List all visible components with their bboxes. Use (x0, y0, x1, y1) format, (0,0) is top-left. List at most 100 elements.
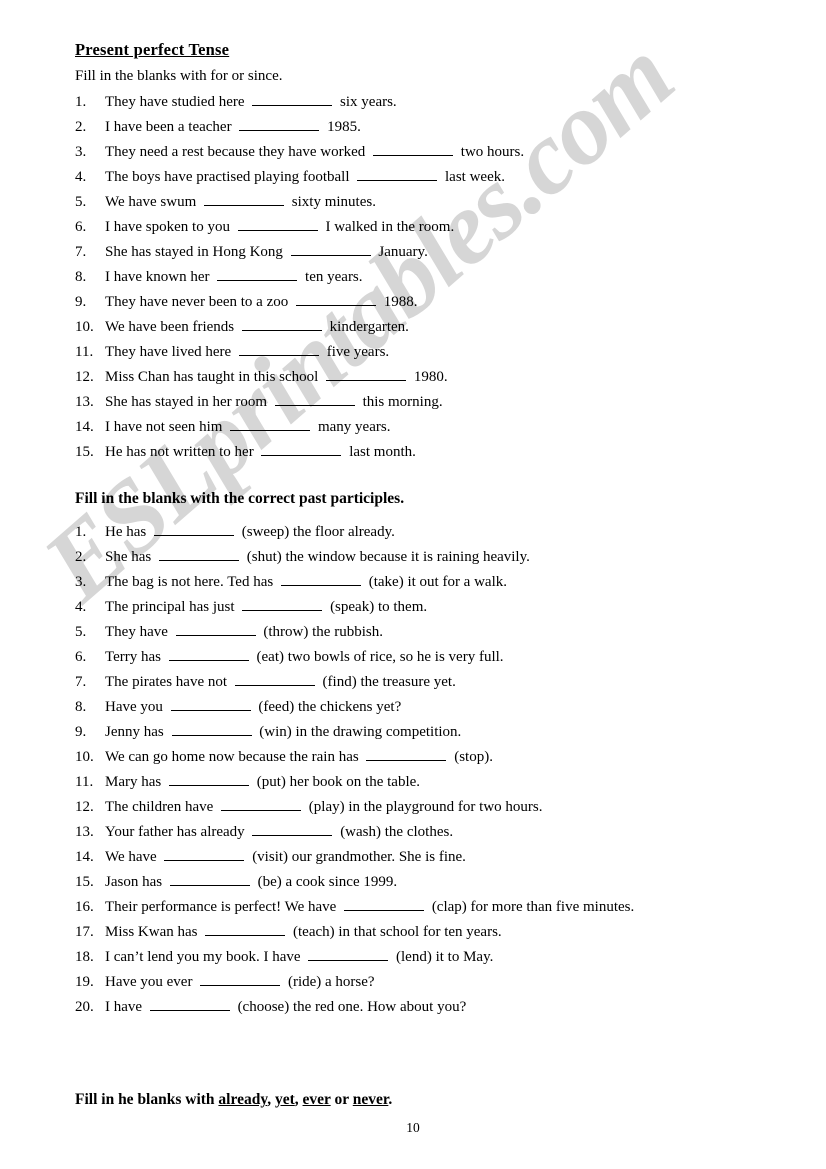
item-number: 7. (75, 244, 87, 260)
answer-blank[interactable] (170, 698, 251, 711)
section1-item-list: 1. They have studied here six years. 2. I h… (75, 90, 524, 465)
item-number: 9. (75, 294, 87, 310)
item-number: 8. (75, 269, 87, 285)
item-text-before-blank: Mary has (105, 774, 165, 790)
list-item: 4. The principal has just (speak) to them… (75, 595, 634, 620)
answer-blank[interactable] (169, 873, 250, 886)
answer-blank[interactable] (169, 773, 249, 786)
list-item: 12. The children have (play) in the playg… (75, 795, 634, 820)
answer-blank[interactable] (241, 318, 322, 331)
item-text-after-blank: (take) it out for a walk. (364, 574, 507, 590)
item-text-before-blank: I have known her (105, 269, 214, 285)
answer-blank[interactable] (290, 243, 371, 256)
answer-blank[interactable] (230, 418, 311, 431)
answer-blank[interactable] (308, 948, 389, 961)
list-item: 4. The boys have practised playing footba… (75, 165, 524, 190)
item-text-before-blank: They have studied here (105, 94, 249, 110)
answer-blank[interactable] (252, 823, 333, 836)
item-number: 13. (75, 394, 94, 410)
answer-blank[interactable] (252, 93, 333, 106)
answer-blank[interactable] (296, 293, 376, 306)
item-number: 11. (75, 774, 94, 790)
section3-heading-suffix: . (388, 1091, 393, 1108)
list-item: 1. They have studied here six years. (75, 90, 524, 115)
item-text-before-blank: Jenny has (105, 724, 168, 740)
item-text-before-blank: They have never been to a zoo (105, 294, 292, 310)
answer-blank[interactable] (168, 648, 249, 661)
list-item: 10. We can go home now because the rain h… (75, 745, 634, 770)
answer-blank[interactable] (326, 368, 407, 381)
list-item: 5. They have (throw) the rubbish. (75, 620, 634, 645)
answer-blank[interactable] (261, 443, 342, 456)
page-title: Present perfect Tense (75, 40, 230, 59)
list-item: 12. Miss Chan has taught in this school 1… (75, 365, 524, 390)
list-item: 20. I have (choose) the red one. How abou… (75, 995, 634, 1020)
item-number: 15. (75, 444, 94, 460)
item-text-after-blank: (throw) the rubbish. (259, 624, 383, 640)
item-text-after-blank: (find) the treasure yet. (318, 674, 456, 690)
list-item: 2. She has (shut) the window because it i… (75, 545, 634, 570)
item-text-after-blank: (clap) for more than five minutes. (428, 899, 635, 915)
item-number: 8. (75, 699, 87, 715)
item-text-after-blank: 1980. (410, 369, 448, 385)
item-text-after-blank: (visit) our grandmother. She is fine. (248, 849, 466, 865)
item-text-after-blank: I walked in the room. (321, 219, 455, 235)
answer-blank[interactable] (175, 623, 256, 636)
list-item: 19. Have you ever (ride) a horse? (75, 970, 634, 995)
answer-blank[interactable] (242, 598, 323, 611)
item-text-before-blank: Miss Chan has taught in this school (105, 369, 323, 385)
answer-blank[interactable] (154, 523, 234, 536)
item-text-before-blank: The pirates have not (105, 674, 231, 690)
section3-sep-3: or (330, 1091, 353, 1108)
item-number: 3. (75, 144, 87, 160)
item-text-after-blank: (teach) in that school for ten years. (289, 924, 502, 940)
section1-instruction: Fill in the blanks with for or since. (75, 68, 283, 84)
item-text-before-blank: Their performance is perfect! We have (105, 899, 341, 915)
answer-blank[interactable] (200, 973, 281, 986)
item-text-after-blank: (wash) the clothes. (336, 824, 454, 840)
answer-blank[interactable] (171, 723, 252, 736)
answer-blank[interactable] (234, 673, 315, 686)
answer-blank[interactable] (344, 898, 425, 911)
item-number: 11. (75, 344, 94, 360)
item-text-before-blank: I have been a teacher (105, 119, 236, 135)
document-content: Present perfect Tense Fill in the blanks… (0, 0, 826, 1169)
item-number: 12. (75, 369, 94, 385)
answer-blank[interactable] (239, 118, 320, 131)
answer-blank[interactable] (237, 218, 318, 231)
section3-sep-1: , (267, 1091, 275, 1108)
answer-blank[interactable] (205, 923, 286, 936)
answer-blank[interactable] (238, 343, 319, 356)
item-number: 18. (75, 949, 94, 965)
answer-blank[interactable] (280, 573, 361, 586)
item-text-after-blank: sixty minutes. (288, 194, 376, 210)
item-text-after-blank: six years. (336, 94, 397, 110)
item-text-after-blank: (shut) the window because it is raining … (243, 549, 530, 565)
answer-blank[interactable] (274, 393, 355, 406)
item-number: 6. (75, 649, 87, 665)
item-number: 16. (75, 899, 94, 915)
list-item: 3. The bag is not here. Ted has (take) it… (75, 570, 634, 595)
answer-blank[interactable] (159, 548, 239, 561)
answer-blank[interactable] (164, 848, 245, 861)
item-text-after-blank: (sweep) the floor already. (238, 524, 395, 540)
list-item: 14. We have (visit) our grandmother. She … (75, 845, 634, 870)
list-item: 6. I have spoken to you I walked in the r… (75, 215, 524, 240)
item-text-before-blank: Jason has (105, 874, 166, 890)
list-item: 2. I have been a teacher 1985. (75, 115, 524, 140)
answer-blank[interactable] (221, 798, 302, 811)
answer-blank[interactable] (204, 193, 285, 206)
answer-blank[interactable] (149, 998, 230, 1011)
worksheet-page: ESLprintables.com Present perfect Tense … (0, 0, 826, 1169)
section3-heading-prefix: Fill in he blanks with (75, 1091, 219, 1108)
list-item: 16. Their performance is perfect! We have… (75, 895, 634, 920)
keyword-never: never (352, 1091, 389, 1108)
answer-blank[interactable] (373, 143, 454, 156)
list-item: 7. She has stayed in Hong Kong January. (75, 240, 524, 265)
item-text-before-blank: He has (105, 524, 150, 540)
answer-blank[interactable] (357, 168, 438, 181)
answer-blank[interactable] (366, 748, 447, 761)
item-number: 5. (75, 194, 87, 210)
answer-blank[interactable] (217, 268, 298, 281)
item-number: 2. (75, 119, 87, 135)
